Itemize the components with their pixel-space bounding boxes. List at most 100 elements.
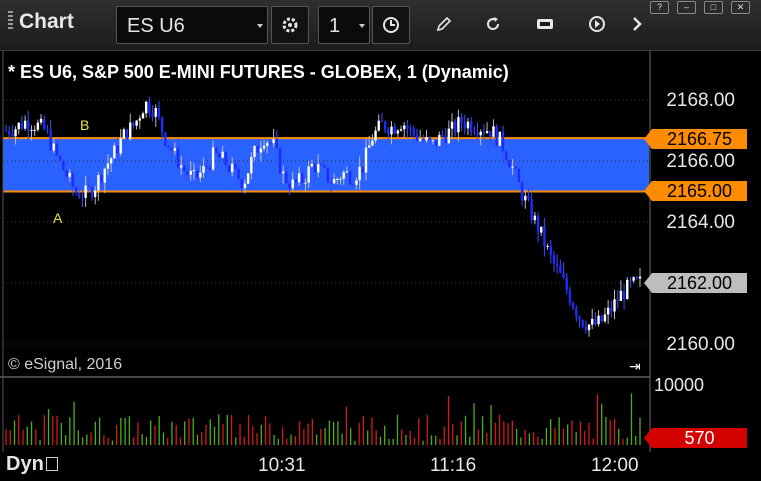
candle-body: [482, 131, 486, 133]
candle-body: [62, 160, 65, 171]
chevron-down-icon[interactable]: [257, 24, 263, 28]
candle-body: [352, 184, 355, 186]
refresh-icon[interactable]: [484, 15, 502, 33]
candle-body: [297, 173, 301, 183]
candle-body: [546, 245, 549, 247]
price-axis-label: 2168.00: [666, 90, 735, 111]
candle-body: [285, 171, 288, 184]
drag-grip-icon[interactable]: [8, 11, 13, 31]
candle-body: [555, 263, 559, 266]
candle-body: [310, 163, 314, 167]
candle-body: [33, 129, 36, 131]
price-axis-label: 2164.00: [666, 212, 735, 233]
candle-body: [479, 131, 482, 136]
time-axis-label: 11:16: [430, 455, 477, 476]
candle-body: [492, 126, 495, 137]
candle-body: [78, 192, 81, 198]
candle-body: [434, 140, 438, 146]
candle-body: [610, 307, 613, 312]
symbol-input[interactable]: ES U6: [116, 6, 268, 44]
candle-body: [552, 254, 556, 264]
candle-body: [387, 129, 390, 135]
candle-body: [183, 165, 186, 172]
candle-body: [240, 179, 243, 189]
price-axis-label: 2166.00: [666, 151, 735, 172]
candle-body: [39, 118, 43, 123]
candle-body: [262, 145, 266, 149]
volume-bars: [5, 393, 641, 445]
chevron-down-icon[interactable]: [359, 24, 365, 28]
maximize-icon[interactable]: □: [704, 1, 723, 14]
candle-body: [113, 145, 116, 159]
candle-body: [409, 128, 412, 130]
interval-value: 1: [329, 15, 341, 37]
time-axis-label: 10:31: [258, 455, 306, 476]
copyright-label: © eSignal, 2016: [8, 356, 123, 373]
candle-body: [622, 290, 626, 300]
candle-body: [597, 315, 600, 325]
candle-body: [84, 185, 87, 198]
candle-body: [275, 139, 279, 148]
candle-body: [74, 187, 78, 193]
candle-body: [173, 148, 177, 151]
candle-body: [460, 116, 463, 124]
candle-body: [250, 156, 253, 174]
play-icon[interactable]: [588, 15, 606, 33]
candle-body: [406, 125, 409, 129]
candle-body: [498, 131, 502, 146]
candle-body: [638, 276, 642, 279]
candle-body: [549, 245, 552, 255]
candle-body: [132, 122, 135, 126]
candle-body: [20, 122, 24, 129]
candle-body: [380, 120, 384, 122]
candle-body: [571, 303, 575, 309]
candle-body: [361, 166, 365, 173]
close-icon[interactable]: ✕: [731, 1, 750, 14]
title-bar: Chart ES U6 1 ? – □ ✕: [0, 0, 761, 51]
candle-body: [294, 179, 298, 183]
candle-body: [358, 166, 361, 181]
candle-body: [109, 158, 113, 164]
candle-body: [371, 140, 374, 146]
candle-body: [339, 178, 342, 180]
candle-body: [100, 175, 103, 183]
candle-body: [237, 168, 240, 180]
candle-body: [52, 143, 55, 151]
candle-body: [355, 180, 358, 185]
candle-body: [587, 324, 591, 331]
candle-body: [540, 226, 543, 233]
candle-body: [11, 134, 14, 137]
candle-body: [202, 166, 205, 173]
candle-body: [438, 134, 441, 146]
candle-body: [530, 198, 533, 221]
candle-body: [116, 145, 119, 154]
candle-body: [189, 170, 192, 175]
volume-tag: 570: [644, 428, 747, 448]
settings-button[interactable]: [271, 6, 309, 44]
candle-body: [454, 121, 457, 133]
candle-body: [329, 182, 333, 184]
minimize-icon[interactable]: –: [677, 1, 696, 14]
candle-body: [14, 129, 17, 137]
chevron-right-icon[interactable]: [630, 15, 644, 33]
candle-body: [320, 164, 323, 166]
interval-input[interactable]: 1: [318, 6, 370, 44]
chart-gridlines: [3, 99, 649, 345]
interval-clock-button[interactable]: [372, 6, 410, 44]
candle-body: [367, 145, 371, 148]
clock-icon: [383, 17, 399, 33]
candle-body: [345, 171, 349, 173]
candle-body: [450, 121, 454, 129]
get-icon[interactable]: [535, 15, 555, 33]
candle-body: [568, 290, 572, 304]
candle-body: [234, 163, 237, 169]
candle-body: [119, 138, 122, 154]
help-icon[interactable]: ?: [650, 1, 669, 14]
pencil-icon[interactable]: [435, 15, 453, 33]
candle-body: [399, 129, 403, 131]
jump-to-end-icon[interactable]: ⇥: [629, 358, 641, 375]
candle-body: [17, 122, 20, 130]
price-chart[interactable]: [0, 50, 761, 452]
dynamic-mode-button[interactable]: Dyn: [6, 453, 58, 476]
candle-body: [65, 170, 68, 177]
